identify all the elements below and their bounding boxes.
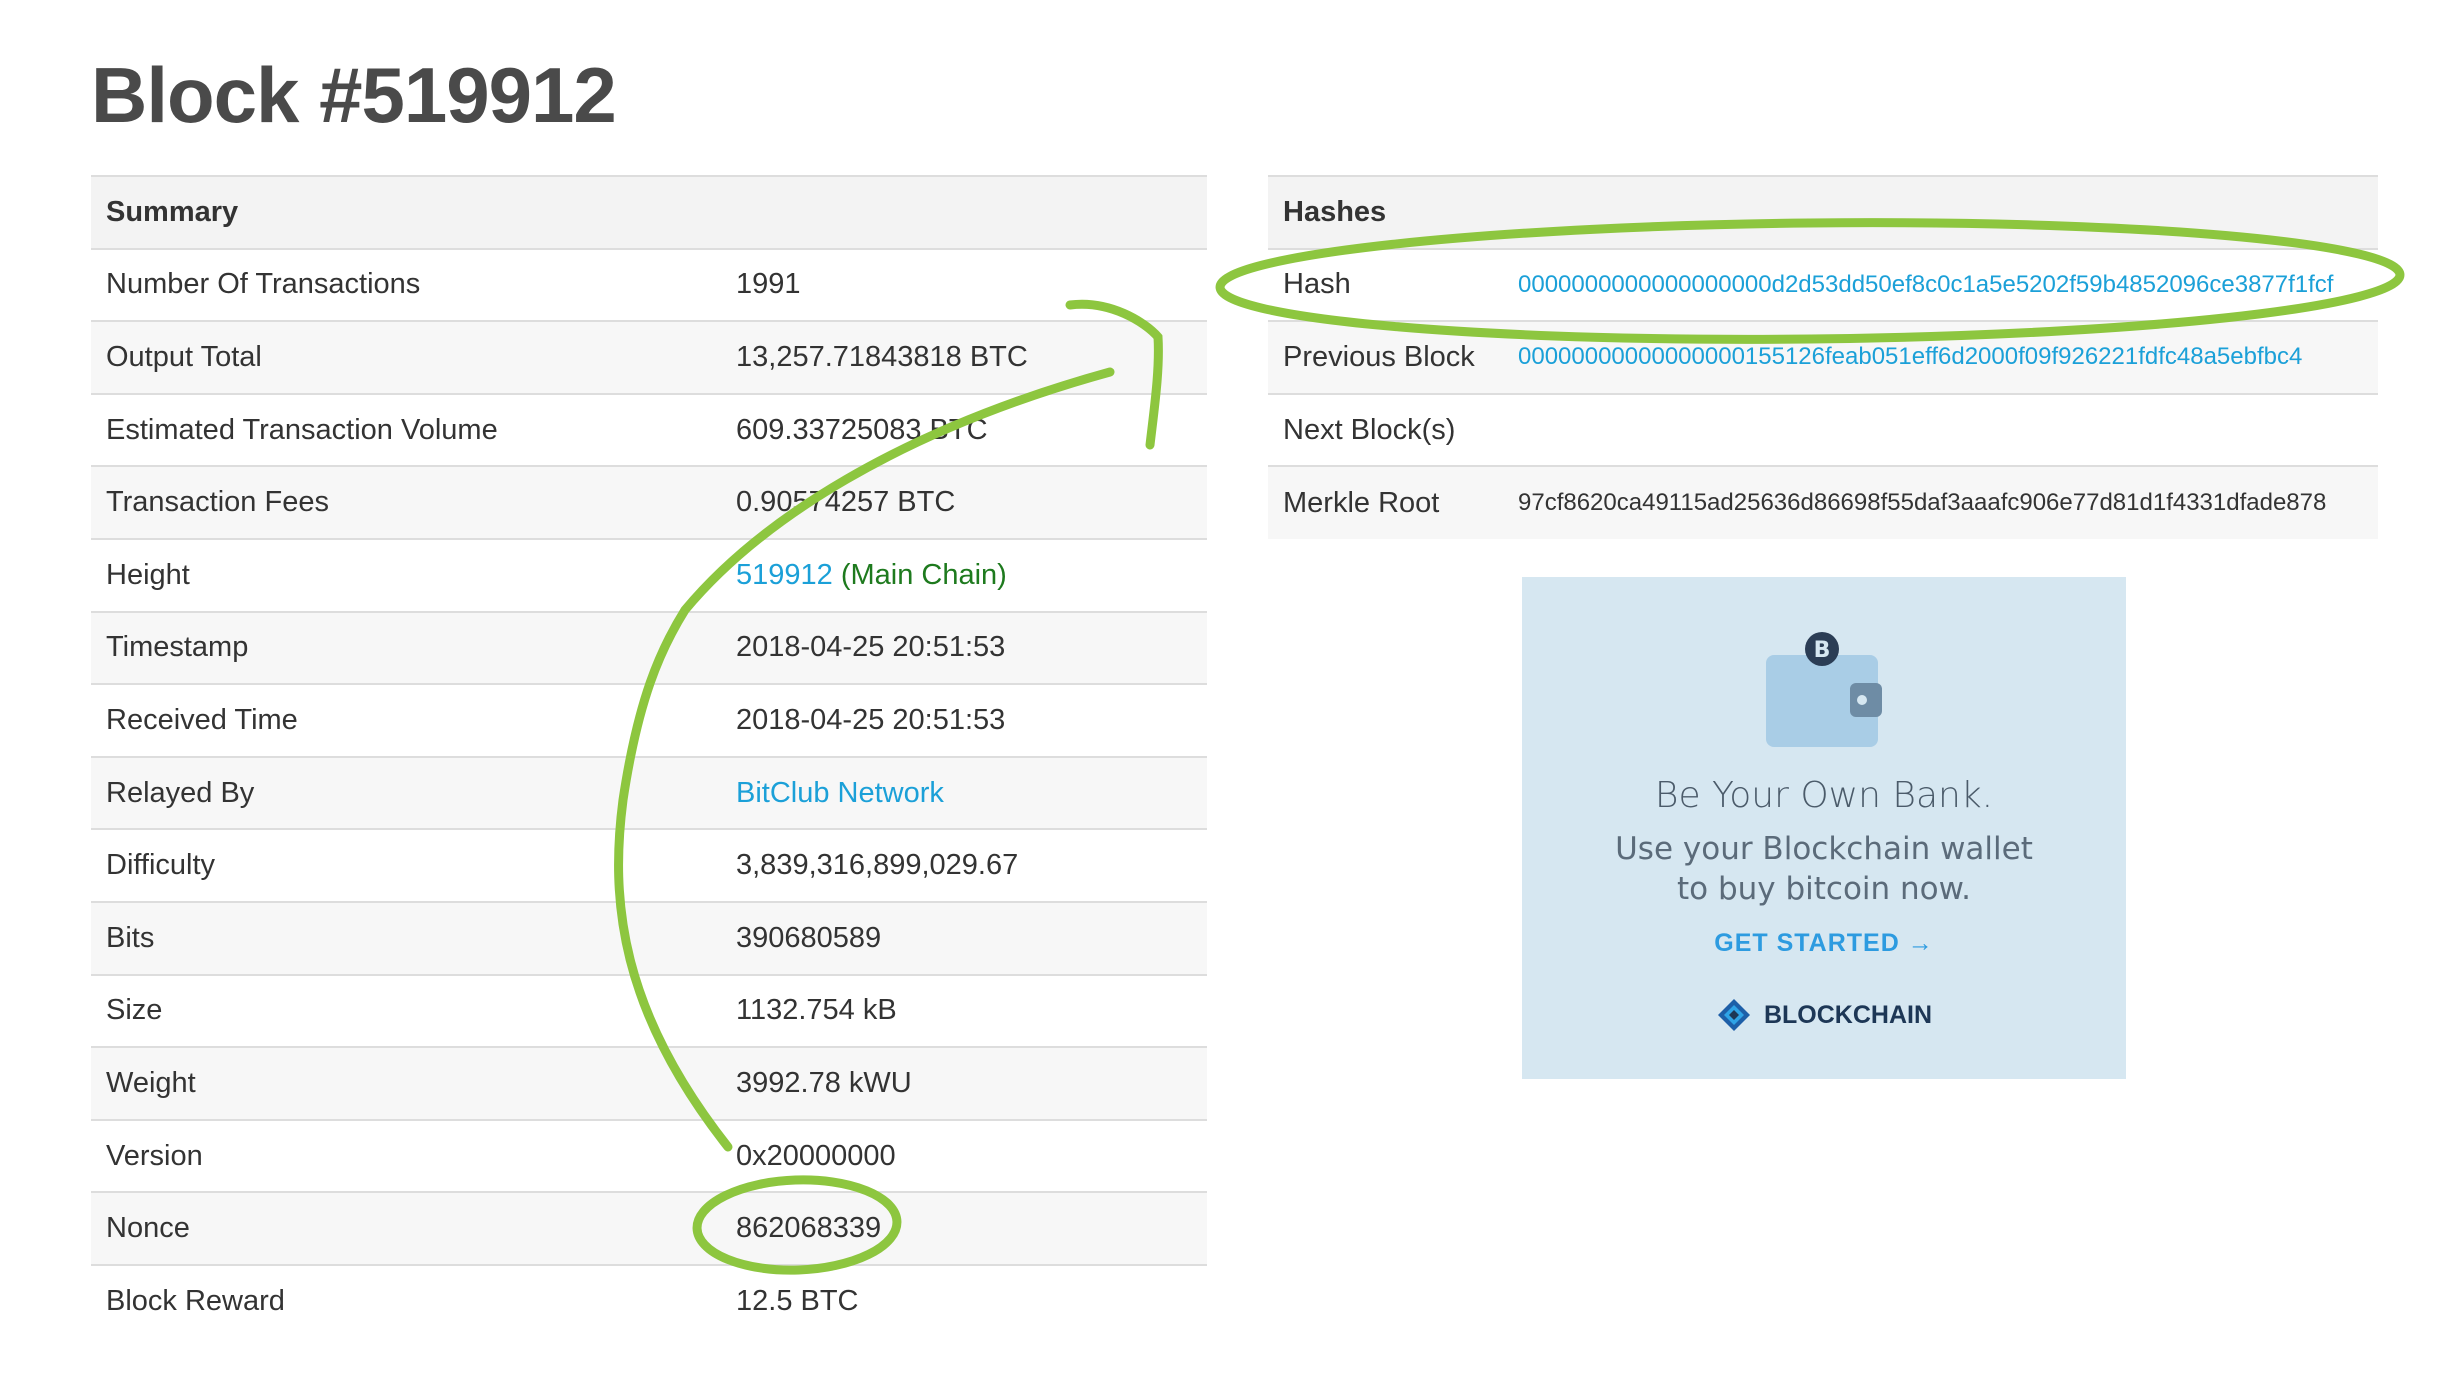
blockchain-brand: BLOCKCHAIN — [1522, 997, 2126, 1033]
summary-label: Version — [91, 1118, 721, 1193]
summary-label: Difficulty — [91, 828, 721, 902]
summary-value: 1132.754 kB — [721, 973, 1207, 1048]
summary-value: 2018-04-25 20:51:53 — [721, 610, 1207, 685]
summary-table: Summary Number Of Transactions 1991 Outp… — [91, 175, 1207, 1338]
height-link[interactable]: 519912 — [736, 559, 833, 591]
summary-label: Weight — [91, 1046, 721, 1120]
summary-label: Transaction Fees — [91, 465, 721, 539]
previous-block-label: Previous Block — [1268, 320, 1503, 394]
summary-value: 390680589 — [721, 900, 1207, 975]
bitcoin-symbol: B — [1814, 638, 1831, 663]
next-block-value — [1503, 392, 2378, 467]
previous-block-value: 00000000000000000155126feab051eff6d2000f… — [1503, 320, 2378, 394]
merkle-root-value: 97cf8620ca49115ad25636d86698f55daf3aaafc… — [1503, 465, 2378, 539]
relayed-by-link[interactable]: BitClub Network — [736, 777, 944, 809]
summary-value: 3992.78 kWU — [721, 1046, 1207, 1120]
main-chain-label: (Main Chain) — [840, 558, 1007, 591]
hash-value: 0000000000000000000d2d53dd50ef8c0c1a5e52… — [1503, 247, 2378, 322]
summary-label: Bits — [91, 900, 721, 975]
summary-label: Estimated Transaction Volume — [91, 392, 721, 467]
previous-block-link[interactable]: 00000000000000000155126feab051eff6d2000f… — [1518, 343, 2302, 370]
table-row: Version 0x20000000 — [91, 1118, 1207, 1193]
table-row: Height 519912 (Main Chain) — [91, 537, 1207, 612]
table-row: Weight 3992.78 kWU — [91, 1046, 1207, 1120]
wallet-button — [1857, 695, 1867, 705]
table-row: Relayed By BitClub Network — [91, 755, 1207, 830]
next-block-label: Next Block(s) — [1268, 392, 1503, 467]
ad-body-line: to buy bitcoin now. — [1676, 871, 1972, 907]
height-value: 519912 (Main Chain) — [721, 537, 1207, 612]
table-row: Received Time 2018-04-25 20:51:53 — [91, 683, 1207, 757]
relayed-by-value: BitClub Network — [721, 755, 1207, 830]
summary-value: 0.90574257 BTC — [721, 465, 1207, 539]
summary-label: Height — [91, 537, 721, 612]
hashes-table: Hashes Hash 0000000000000000000d2d53dd50… — [1268, 175, 2378, 539]
summary-label: Block Reward — [91, 1263, 721, 1338]
hash-label: Hash — [1268, 247, 1503, 322]
table-row: Difficulty 3,839,316,899,029.67 — [91, 828, 1207, 902]
summary-header: Summary — [91, 175, 1207, 249]
table-row: Timestamp 2018-04-25 20:51:53 — [91, 610, 1207, 685]
summary-label: Nonce — [91, 1191, 721, 1265]
table-row: Number Of Transactions 1991 — [91, 247, 1207, 322]
summary-label: Size — [91, 973, 721, 1048]
blockchain-logo-icon — [1717, 999, 1750, 1031]
hash-link[interactable]: 0000000000000000000d2d53dd50ef8c0c1a5e52… — [1518, 271, 2333, 298]
ad-body: Use your Blockchain wallet to buy bitcoi… — [1562, 829, 2086, 909]
nonce-value: 862068339 — [721, 1191, 1207, 1265]
wallet-icon: B — [1766, 632, 1882, 747]
summary-value: 609.33725083 BTC — [721, 392, 1207, 467]
page-title: Block #519912 — [91, 51, 617, 139]
summary-header-row: Summary — [91, 175, 1207, 249]
summary-value: 12.5 BTC — [721, 1263, 1207, 1338]
table-row: Block Reward 12.5 BTC — [91, 1263, 1207, 1338]
summary-label: Number Of Transactions — [91, 247, 721, 322]
table-row: Estimated Transaction Volume 609.3372508… — [91, 392, 1207, 467]
table-row: Nonce 862068339 — [91, 1191, 1207, 1265]
hashes-header-row: Hashes — [1268, 175, 2378, 249]
blockchain-brand-name: BLOCKCHAIN — [1763, 1000, 1933, 1029]
table-row: Next Block(s) — [1268, 392, 2378, 467]
table-row: Transaction Fees 0.90574257 BTC — [91, 465, 1207, 539]
summary-label: Output Total — [91, 320, 721, 394]
summary-label: Relayed By — [91, 755, 721, 830]
table-row: Size 1132.754 kB — [91, 973, 1207, 1048]
ad-body-line: Use your Blockchain wallet — [1615, 831, 2033, 867]
table-row: Bits 390680589 — [91, 900, 1207, 975]
summary-value: 3,839,316,899,029.67 — [721, 828, 1207, 902]
hashes-header: Hashes — [1268, 175, 2378, 249]
summary-value: 1991 — [721, 247, 1207, 322]
summary-value: 0x20000000 — [721, 1118, 1207, 1193]
table-row: Merkle Root 97cf8620ca49115ad25636d86698… — [1268, 465, 2378, 539]
table-row: Previous Block 00000000000000000155126fe… — [1268, 320, 2378, 394]
table-row: Output Total 13,257.71843818 BTC — [91, 320, 1207, 394]
summary-label: Timestamp — [91, 610, 721, 685]
table-row: Hash 0000000000000000000d2d53dd50ef8c0c1… — [1268, 247, 2378, 322]
summary-value: 2018-04-25 20:51:53 — [721, 683, 1207, 757]
merkle-root-label: Merkle Root — [1268, 465, 1503, 539]
summary-value: 13,257.71843818 BTC — [721, 320, 1207, 394]
ad-headline: Be Your Own Bank. — [1654, 775, 1994, 816]
summary-label: Received Time — [91, 683, 721, 757]
get-started-link[interactable]: GET STARTED → — [1522, 929, 2126, 958]
block-page: Block #519912 Summary Number Of Transact… — [0, 0, 2446, 1384]
blockchain-ad[interactable]: B Be Your Own Bank. Use your Blockchain … — [1522, 577, 2126, 1079]
